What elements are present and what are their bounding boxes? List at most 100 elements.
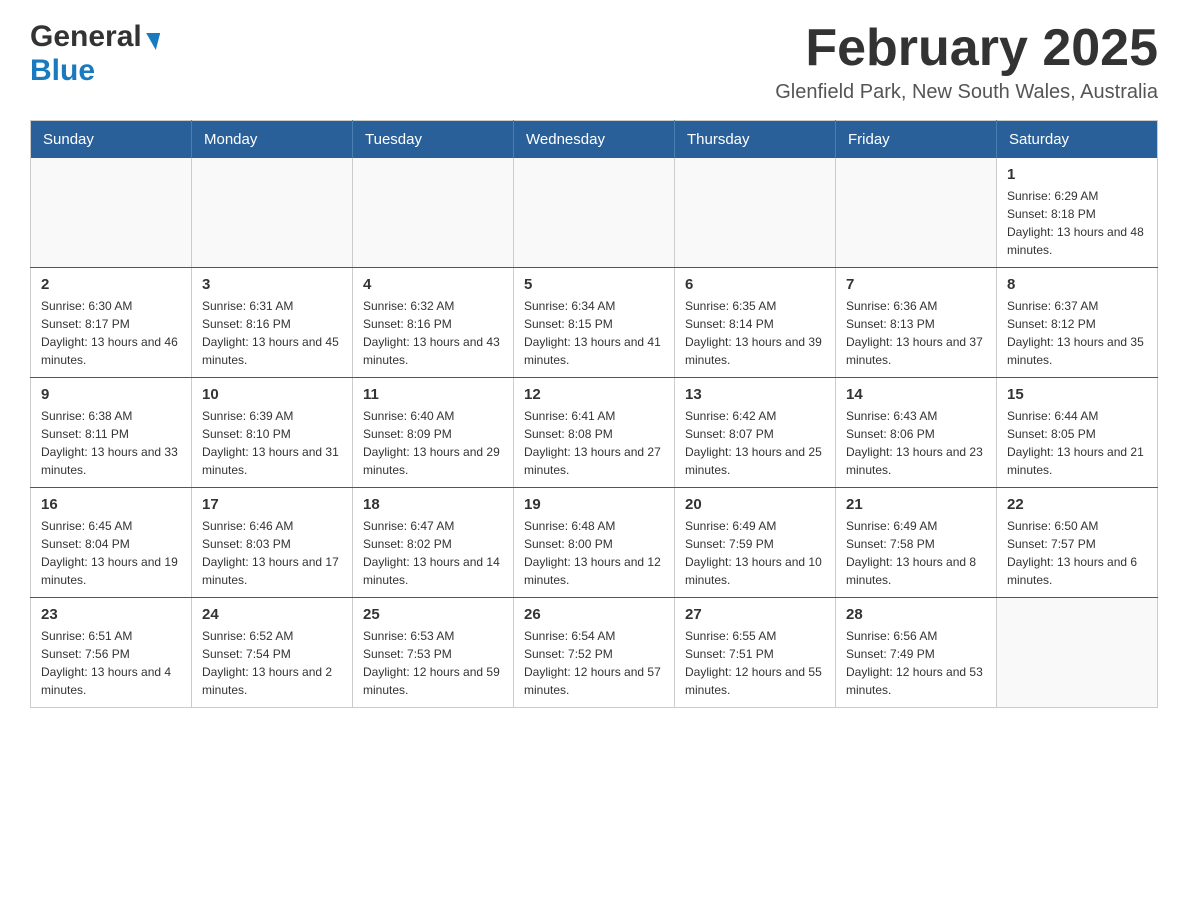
day-number: 8: [1007, 276, 1147, 293]
calendar-cell: 15 Sunrise: 6:44 AM Sunset: 8:05 PM Dayli…: [997, 378, 1158, 488]
logo-triangle-icon: [144, 33, 160, 50]
day-info: Sunrise: 6:35 AM Sunset: 8:14 PM Dayligh…: [685, 297, 825, 369]
title-block: February 2025 Glenfield Park, New South …: [775, 20, 1158, 104]
calendar-cell: 1 Sunrise: 6:29 AM Sunset: 8:18 PM Daylig…: [997, 158, 1158, 268]
logo-general-text: General: [30, 20, 142, 54]
day-info: Sunrise: 6:49 AM Sunset: 7:59 PM Dayligh…: [685, 517, 825, 589]
calendar-cell: 8 Sunrise: 6:37 AM Sunset: 8:12 PM Daylig…: [997, 268, 1158, 378]
calendar-cell: 20 Sunrise: 6:49 AM Sunset: 7:59 PM Dayli…: [675, 488, 836, 598]
logo-blue-text: Blue: [30, 54, 95, 87]
day-info: Sunrise: 6:38 AM Sunset: 8:11 PM Dayligh…: [41, 407, 181, 479]
day-number: 21: [846, 496, 986, 513]
day-info: Sunrise: 6:34 AM Sunset: 8:15 PM Dayligh…: [524, 297, 664, 369]
calendar-cell: 2 Sunrise: 6:30 AM Sunset: 8:17 PM Daylig…: [31, 268, 192, 378]
day-number: 14: [846, 386, 986, 403]
calendar-cell: 18 Sunrise: 6:47 AM Sunset: 8:02 PM Dayli…: [353, 488, 514, 598]
calendar-cell: 16 Sunrise: 6:45 AM Sunset: 8:04 PM Dayli…: [31, 488, 192, 598]
day-number: 6: [685, 276, 825, 293]
calendar-cell: 10 Sunrise: 6:39 AM Sunset: 8:10 PM Dayli…: [192, 378, 353, 488]
calendar-header-row: SundayMondayTuesdayWednesdayThursdayFrid…: [31, 121, 1158, 159]
day-number: 13: [685, 386, 825, 403]
calendar-header-saturday: Saturday: [997, 121, 1158, 159]
logo: General Blue: [30, 20, 159, 88]
day-number: 23: [41, 606, 181, 623]
day-number: 22: [1007, 496, 1147, 513]
day-info: Sunrise: 6:39 AM Sunset: 8:10 PM Dayligh…: [202, 407, 342, 479]
day-info: Sunrise: 6:54 AM Sunset: 7:52 PM Dayligh…: [524, 627, 664, 699]
day-number: 18: [363, 496, 503, 513]
calendar-header-tuesday: Tuesday: [353, 121, 514, 159]
calendar-week-row: 2 Sunrise: 6:30 AM Sunset: 8:17 PM Daylig…: [31, 268, 1158, 378]
calendar-header-monday: Monday: [192, 121, 353, 159]
calendar-cell: 7 Sunrise: 6:36 AM Sunset: 8:13 PM Daylig…: [836, 268, 997, 378]
calendar-cell: [997, 598, 1158, 708]
calendar-cell: 13Sunrise: 6:42 AM Sunset: 8:07 PM Dayli…: [675, 378, 836, 488]
calendar-cell: [192, 158, 353, 268]
calendar-cell: 14 Sunrise: 6:43 AM Sunset: 8:06 PM Dayli…: [836, 378, 997, 488]
calendar-cell: [31, 158, 192, 268]
day-info: Sunrise: 6:46 AM Sunset: 8:03 PM Dayligh…: [202, 517, 342, 589]
day-number: 25: [363, 606, 503, 623]
day-number: 24: [202, 606, 342, 623]
day-number: 9: [41, 386, 181, 403]
day-info: Sunrise: 6:37 AM Sunset: 8:12 PM Dayligh…: [1007, 297, 1147, 369]
day-number: 7: [846, 276, 986, 293]
day-number: 3: [202, 276, 342, 293]
day-info: Sunrise: 6:56 AM Sunset: 7:49 PM Dayligh…: [846, 627, 986, 699]
day-number: 20: [685, 496, 825, 513]
calendar-table: SundayMondayTuesdayWednesdayThursdayFrid…: [30, 120, 1158, 708]
day-number: 15: [1007, 386, 1147, 403]
calendar-cell: 9 Sunrise: 6:38 AM Sunset: 8:11 PM Daylig…: [31, 378, 192, 488]
calendar-cell: 5 Sunrise: 6:34 AM Sunset: 8:15 PM Daylig…: [514, 268, 675, 378]
day-number: 4: [363, 276, 503, 293]
day-number: 16: [41, 496, 181, 513]
calendar-cell: 24Sunrise: 6:52 AM Sunset: 7:54 PM Dayli…: [192, 598, 353, 708]
calendar-cell: [514, 158, 675, 268]
calendar-cell: [836, 158, 997, 268]
day-info: Sunrise: 6:51 AM Sunset: 7:56 PM Dayligh…: [41, 627, 181, 699]
day-info: Sunrise: 6:29 AM Sunset: 8:18 PM Dayligh…: [1007, 187, 1147, 259]
day-info: Sunrise: 6:50 AM Sunset: 7:57 PM Dayligh…: [1007, 517, 1147, 589]
calendar-cell: 23 Sunrise: 6:51 AM Sunset: 7:56 PM Dayli…: [31, 598, 192, 708]
calendar-week-row: 9 Sunrise: 6:38 AM Sunset: 8:11 PM Daylig…: [31, 378, 1158, 488]
calendar-cell: 28 Sunrise: 6:56 AM Sunset: 7:49 PM Dayli…: [836, 598, 997, 708]
calendar-cell: 6 Sunrise: 6:35 AM Sunset: 8:14 PM Daylig…: [675, 268, 836, 378]
calendar-cell: 4 Sunrise: 6:32 AM Sunset: 8:16 PM Daylig…: [353, 268, 514, 378]
day-info: Sunrise: 6:41 AM Sunset: 8:08 PM Dayligh…: [524, 407, 664, 479]
day-number: 5: [524, 276, 664, 293]
day-info: Sunrise: 6:47 AM Sunset: 8:02 PM Dayligh…: [363, 517, 503, 589]
calendar-week-row: 23 Sunrise: 6:51 AM Sunset: 7:56 PM Dayli…: [31, 598, 1158, 708]
calendar-cell: [675, 158, 836, 268]
day-info: Sunrise: 6:53 AM Sunset: 7:53 PM Dayligh…: [363, 627, 503, 699]
calendar-week-row: 1 Sunrise: 6:29 AM Sunset: 8:18 PM Daylig…: [31, 158, 1158, 268]
day-number: 2: [41, 276, 181, 293]
day-info: Sunrise: 6:45 AM Sunset: 8:04 PM Dayligh…: [41, 517, 181, 589]
calendar-cell: 27 Sunrise: 6:55 AM Sunset: 7:51 PM Dayli…: [675, 598, 836, 708]
day-number: 27: [685, 606, 825, 623]
day-number: 10: [202, 386, 342, 403]
day-number: 17: [202, 496, 342, 513]
day-info: Sunrise: 6:30 AM Sunset: 8:17 PM Dayligh…: [41, 297, 181, 369]
day-number: 28: [846, 606, 986, 623]
calendar-header-thursday: Thursday: [675, 121, 836, 159]
calendar-cell: 11 Sunrise: 6:40 AM Sunset: 8:09 PM Dayli…: [353, 378, 514, 488]
day-number: 19: [524, 496, 664, 513]
calendar-header-sunday: Sunday: [31, 121, 192, 159]
day-number: 1: [1007, 166, 1147, 183]
day-info: Sunrise: 6:49 AM Sunset: 7:58 PM Dayligh…: [846, 517, 986, 589]
day-info: Sunrise: 6:36 AM Sunset: 8:13 PM Dayligh…: [846, 297, 986, 369]
calendar-header-wednesday: Wednesday: [514, 121, 675, 159]
day-info: Sunrise: 6:32 AM Sunset: 8:16 PM Dayligh…: [363, 297, 503, 369]
calendar-week-row: 16 Sunrise: 6:45 AM Sunset: 8:04 PM Dayli…: [31, 488, 1158, 598]
calendar-cell: [353, 158, 514, 268]
page-header: General Blue February 2025 Glenfield Par…: [30, 20, 1158, 104]
day-info: Sunrise: 6:55 AM Sunset: 7:51 PM Dayligh…: [685, 627, 825, 699]
day-number: 26: [524, 606, 664, 623]
month-title: February 2025: [775, 20, 1158, 77]
day-number: 11: [363, 386, 503, 403]
day-info: Sunrise: 6:44 AM Sunset: 8:05 PM Dayligh…: [1007, 407, 1147, 479]
calendar-cell: 25 Sunrise: 6:53 AM Sunset: 7:53 PM Dayli…: [353, 598, 514, 708]
day-info: Sunrise: 6:40 AM Sunset: 8:09 PM Dayligh…: [363, 407, 503, 479]
day-info: Sunrise: 6:43 AM Sunset: 8:06 PM Dayligh…: [846, 407, 986, 479]
calendar-cell: 12Sunrise: 6:41 AM Sunset: 8:08 PM Dayli…: [514, 378, 675, 488]
